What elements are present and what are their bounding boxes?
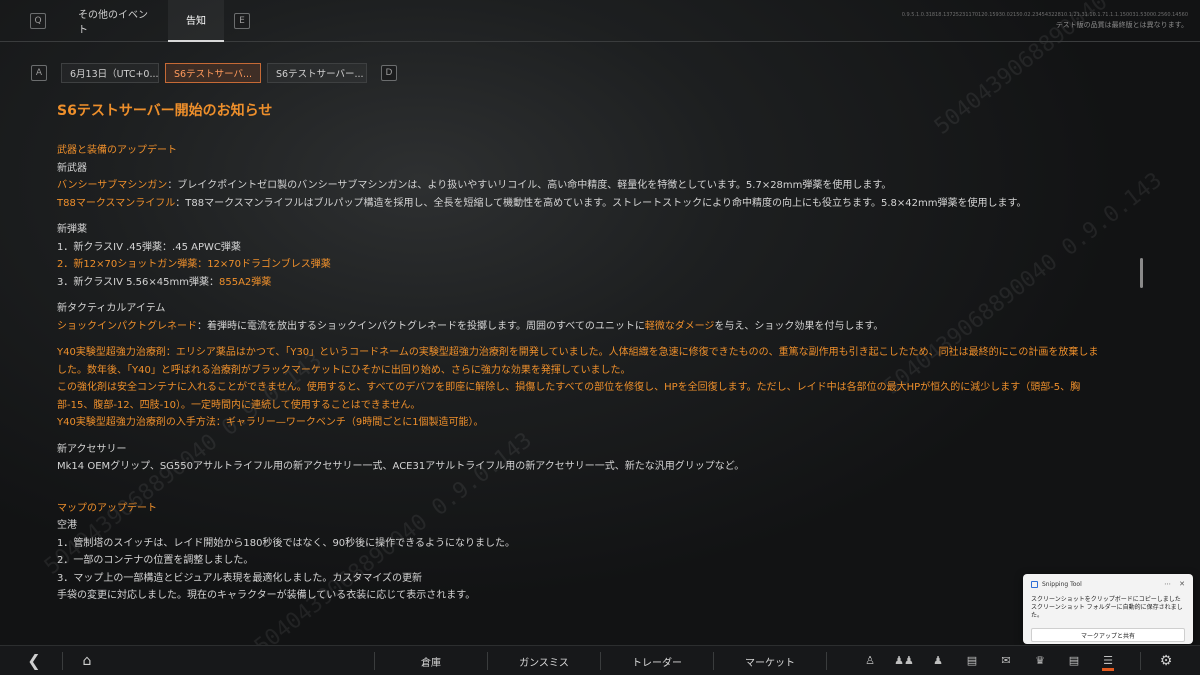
notes-icon[interactable]: ▤ [1064, 651, 1084, 671]
snipping-tool-icon [1031, 580, 1038, 588]
subtab-june13[interactable]: 6月13日（UTC+0... [61, 63, 159, 83]
subheading-new-tactical: 新タクティカルアイテム [57, 303, 166, 314]
more-options-icon[interactable]: ⋯ [1164, 580, 1171, 588]
subheading-new-ammo: 新弾薬 [57, 224, 87, 235]
tactical-shock-grenade: ショックインパクトグレネード：着弾時に電流を放出するショックインパクトグレネード… [57, 318, 1102, 336]
section-heading-weapons: 武器と装備のアップデート [57, 145, 177, 156]
toast-line-2: スクリーンショット フォルダーに自動的に保存されました。 [1031, 604, 1183, 619]
subheading-airport: 空港 [57, 520, 77, 531]
back-arrow-icon[interactable]: ❮ [24, 651, 44, 671]
build-ids: 0.9.5.1.0.31818.13725231170120.15930.021… [901, 12, 1188, 18]
item-name: ショックインパクトグレネード [57, 320, 197, 332]
toast-app-name: Snipping Tool [1042, 580, 1082, 588]
subheading-new-weapons: 新武器 [57, 162, 87, 174]
toast-header: Snipping Tool ⋯ ✕ [1031, 580, 1185, 588]
weapon-desc: ：ブレイクポイントゼロ製のバンシーサブマシンガンは、より扱いやすいリコイル、高い… [167, 180, 892, 191]
scrollbar-thumb[interactable] [1140, 258, 1143, 288]
chat-icon[interactable]: ▤ [962, 651, 982, 671]
divider [1140, 652, 1141, 670]
subheading-new-accessory: 新アクセサリー [57, 443, 127, 455]
nav-market[interactable]: マーケット [714, 646, 826, 675]
mail-icon[interactable]: ✉ [996, 651, 1016, 671]
page-title: S6テストサーバー開始のお知らせ [57, 103, 273, 119]
toast-message: スクリーンショットをクリップボードにコピーしました スクリーンショット フォルダ… [1031, 596, 1185, 620]
nav-traders[interactable]: トレーダー [601, 646, 713, 675]
key-hint-q[interactable]: Q [30, 12, 46, 29]
gear-icon[interactable]: ⚙ [1156, 651, 1176, 671]
toast-controls: ⋯ ✕ [1164, 580, 1185, 588]
section-heading-maps: マップのアップデート [57, 502, 157, 514]
announcement-body: S6テストサーバー開始のお知らせ 武器と装備のアップデート 新武器 バンシーサブ… [57, 100, 1102, 605]
ammo-item-1: 1．新クラスIV .45弾薬：.45 APWC弾薬 [57, 241, 241, 253]
home-icon[interactable]: ⌂ [76, 651, 98, 671]
test-quality-note: テスト版の品質は最終版とは異なります。 [1055, 21, 1188, 29]
ammo-item-2: 2．新12×70ショットガン弾薬：12×70ドラゴンブレス弾薬 [57, 259, 331, 270]
map-item-1: 1．管制塔のスイッチは、レイド開始から180秒後ではなく、90秒後に操作できるよ… [57, 537, 515, 549]
accessory-desc: Mk14 OEMグリップ、SG550アサルトライフル用の新アクセサリー一式、AC… [57, 461, 745, 472]
tab-other-events[interactable]: その他のイベント [60, 0, 168, 42]
y40-acquisition: Y40実験型超強力治療剤の入手方法：ギャラリー—ワークベンチ（9時間ごとに1個製… [57, 417, 484, 428]
squad-icon[interactable]: ♟♟ [894, 651, 914, 671]
announcement-tab-bar: A 6月13日（UTC+0... S6テストサーバ... S6テストサーバー..… [31, 63, 397, 83]
divider [62, 652, 63, 670]
divider [826, 652, 827, 670]
key-hint-e[interactable]: E [234, 12, 250, 29]
close-icon[interactable]: ✕ [1179, 580, 1185, 588]
ammo-item-3: 3．新クラスIV 5.56×45mm弾薬：855A2弾薬 [57, 274, 1102, 292]
subtab-s6-test-server-2[interactable]: S6テストサーバー... [267, 63, 367, 83]
weapon-name: T88マークスマンライフル [57, 197, 176, 209]
tab-announcements[interactable]: 告知 [168, 0, 224, 42]
operator-icon[interactable]: ♙ [860, 651, 880, 671]
markup-share-button[interactable]: マークアップと共有 [1031, 628, 1185, 642]
item-desc: を与え、ショック効果を付与します。 [714, 320, 884, 332]
y40-effect: この強化剤は安全コンテナに入れることができません。使用すると、すべてのデバフを即… [57, 382, 1081, 411]
ammo-item-3-value: 855A2弾薬 [218, 276, 272, 288]
item-desc: ：着弾時に電流を放出するショックインパクトグレネードを投擲します。周囲のすべての… [197, 320, 645, 332]
bottom-nav-bar: ❮ ⌂ 倉庫 ガンスミス トレーダー マーケット ♙ ♟♟ ♟ ▤ ✉ ♛ ▤ … [0, 645, 1200, 675]
toast-line-1: スクリーンショットをクリップボードにコピーしました [1031, 596, 1181, 603]
snipping-tool-toast[interactable]: Snipping Tool ⋯ ✕ スクリーンショットをクリップボードにコピーし… [1023, 574, 1193, 644]
y40-description: Y40実験型超強力治療剤：エリシア薬品はかつて、「Y30」というコードネームの実… [57, 347, 1099, 376]
event-icon[interactable]: ☰ [1098, 651, 1118, 671]
map-item-4: 手袋の変更に対応しました。現在のキャラクターが装備している衣装に応じて表示されま… [57, 590, 476, 601]
trophy-icon[interactable]: ♛ [1030, 651, 1050, 671]
bottom-icon-group: ♙ ♟♟ ♟ ▤ ✉ ♛ ▤ ☰ [860, 651, 1118, 671]
weapon-banshee: バンシーサブマシンガン：ブレイクポイントゼロ製のバンシーサブマシンガンは、より扱… [57, 177, 1102, 195]
nav-storage[interactable]: 倉庫 [375, 646, 487, 675]
nav-gunsmith[interactable]: ガンスミス [488, 646, 600, 675]
weapon-t88: T88マークスマンライフル：T88マークスマンライフルはブルパップ構造を採用し、… [57, 195, 1102, 213]
map-item-3: 3．マップ上の一部構造とビジュアル表現を最適化しました。カスタマイズの更新 [57, 572, 423, 584]
map-item-2: 2．一部のコンテナの位置を調整しました。 [57, 555, 254, 566]
key-hint-a[interactable]: A [31, 65, 47, 81]
ammo-item-3-label: 3．新クラスIV 5.56×45mm弾薬： [57, 276, 219, 288]
weapon-name: バンシーサブマシンガン [57, 180, 168, 191]
key-hint-d[interactable]: D [381, 65, 397, 81]
item-highlight: 軽微なダメージ [644, 320, 715, 332]
friends-icon[interactable]: ♟ [928, 651, 948, 671]
subtab-s6-test-server-1[interactable]: S6テストサーバ... [165, 63, 261, 83]
build-note: 0.9.5.1.0.31818.13725231170120.15930.021… [902, 10, 1188, 30]
weapon-desc: ：T88マークスマンライフルはブルパップ構造を採用し、全長を短縮して機動性を高め… [175, 197, 1027, 209]
